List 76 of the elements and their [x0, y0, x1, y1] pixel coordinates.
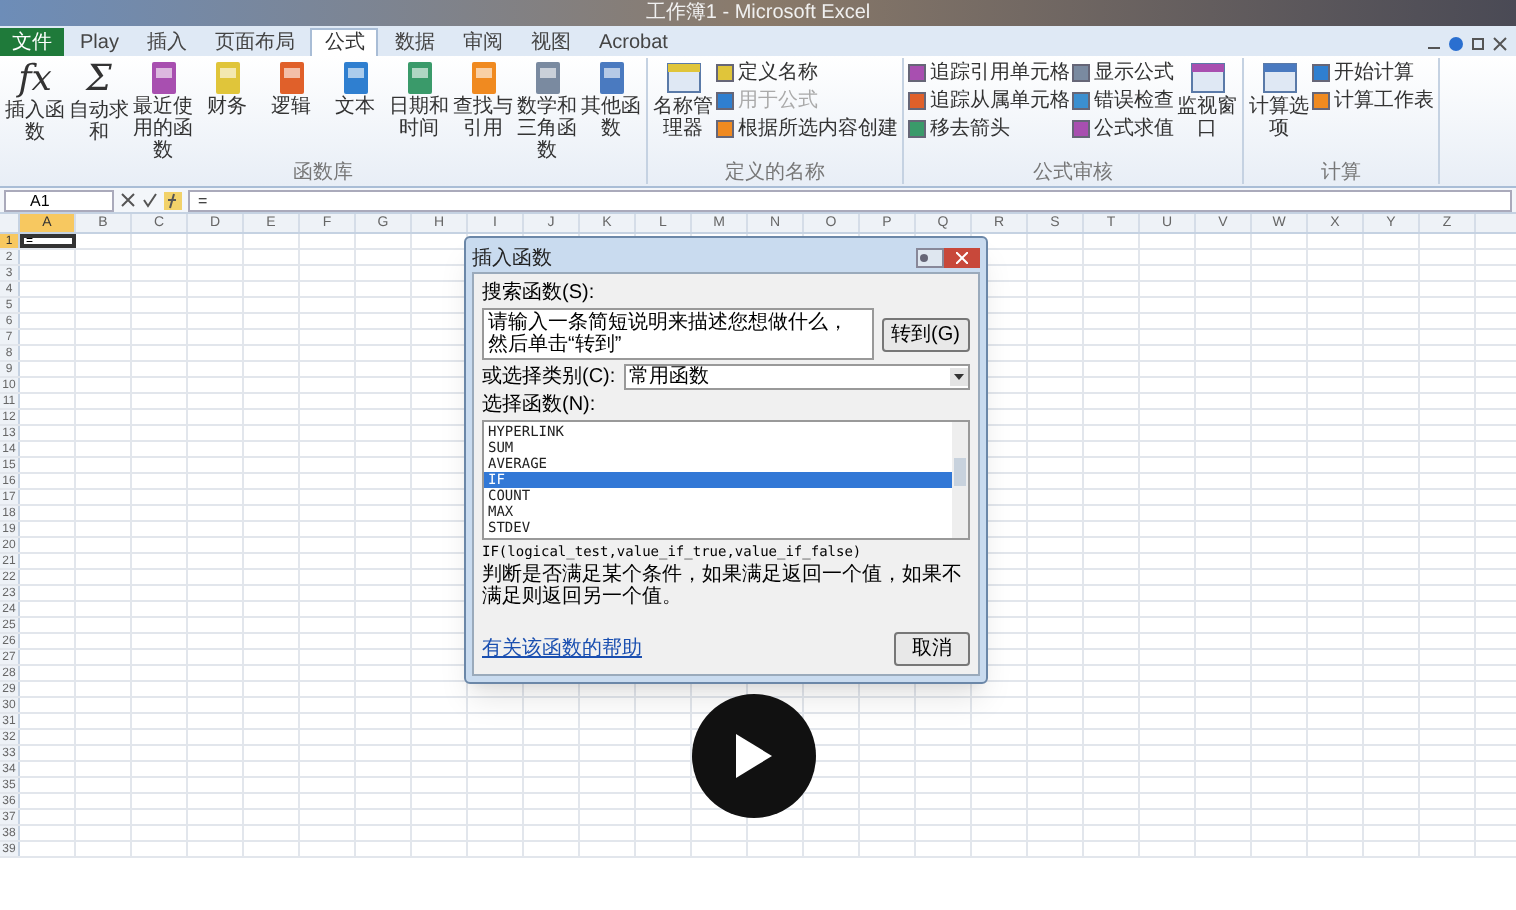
book-icon: [149, 60, 177, 96]
name-box[interactable]: A1: [4, 189, 114, 211]
check-icon[interactable]: [142, 192, 158, 208]
ribbon-tab[interactable]: 视图: [518, 28, 583, 56]
ribbon-small-button[interactable]: 显示公式: [1072, 62, 1174, 84]
ribbon-small-button[interactable]: 定义名称: [716, 62, 898, 84]
ribbon-button[interactable]: 财务: [196, 58, 258, 118]
category-dropdown[interactable]: 常用函数: [623, 364, 970, 390]
ribbon-button[interactable]: 数学和三角函数: [516, 58, 578, 162]
function-glyph-icon: fx: [18, 60, 52, 100]
ribbon-small-button[interactable]: 追踪从属单元格: [908, 90, 1070, 112]
ribbon-tab[interactable]: 公式: [310, 28, 379, 56]
question-icon: [918, 252, 930, 264]
restore-icon[interactable]: [1470, 36, 1486, 52]
book-icon: [533, 60, 561, 96]
field-label: 或选择类别(C):: [482, 366, 616, 388]
close-icon[interactable]: [1492, 36, 1508, 52]
field-label: 选择函数(N):: [482, 394, 598, 416]
ribbon-small-button[interactable]: 移去箭头: [908, 118, 1070, 140]
ribbon-button[interactable]: 其他函数: [580, 58, 642, 140]
group-label: 计算: [1319, 162, 1363, 184]
ribbon-small-button[interactable]: 计算工作表: [1312, 90, 1434, 112]
close-button[interactable]: [944, 248, 980, 268]
play-icon: [732, 730, 776, 782]
cancel-icon[interactable]: [120, 192, 136, 208]
dropdown-arrow-icon: [950, 368, 968, 386]
book-icon: [469, 60, 497, 96]
dialog-title: 插入函数: [472, 247, 552, 269]
group-label: 函数库: [291, 162, 355, 184]
ribbon-small-button[interactable]: 根据所选内容创建: [716, 118, 898, 140]
function-description: 判断是否满足某个条件，如果满足返回一个值，如果不满足则返回另一个值。: [482, 564, 964, 608]
book-icon: [277, 60, 305, 96]
group-label: 公式审核: [1031, 162, 1115, 184]
help-link[interactable]: 有关该函数的帮助: [482, 638, 642, 660]
function-glyph-icon: Σ: [86, 60, 112, 100]
window-icon: [665, 60, 701, 96]
field-label: 搜索函数(S):: [482, 282, 597, 304]
ribbon-tab[interactable]: 文件: [0, 28, 64, 56]
ribbon-button[interactable]: 文本: [324, 58, 386, 118]
ribbon-button[interactable]: 名称管理器: [652, 58, 714, 140]
book-icon: [597, 60, 625, 96]
ribbon-button[interactable]: fx 插入函数: [4, 58, 66, 144]
ribbon-small-button[interactable]: 开始计算: [1312, 62, 1434, 84]
ribbon-button[interactable]: Σ 自动求和: [68, 58, 130, 144]
ribbon-tab[interactable]: Play: [68, 28, 131, 56]
close-icon: [956, 252, 968, 264]
help-button[interactable]: [916, 248, 944, 268]
search-field[interactable]: 请输入一条简短说明来描述您想做什么，然后单击“转到”: [482, 308, 874, 360]
ribbon-tab[interactable]: 数据: [382, 28, 447, 56]
book-icon: [213, 60, 241, 96]
book-icon: [405, 60, 433, 96]
group-label: 定义的名称: [723, 162, 827, 184]
ribbon-tab[interactable]: 审阅: [450, 28, 515, 56]
ribbon-button[interactable]: 监视窗口: [1176, 58, 1238, 140]
book-icon: [341, 60, 369, 96]
cancel-button[interactable]: 取消: [894, 632, 970, 666]
formula-field[interactable]: =: [188, 189, 1512, 211]
ribbon-small-button[interactable]: 公式求值: [1072, 118, 1174, 140]
ribbon-button[interactable]: 最近使用的函数: [132, 58, 194, 162]
play-button[interactable]: [692, 694, 816, 818]
ribbon-small-button[interactable]: 错误检查: [1072, 90, 1174, 112]
ribbon-button[interactable]: 逻辑: [260, 58, 322, 118]
help-icon[interactable]: [1448, 36, 1464, 52]
ribbon-tab[interactable]: 插入: [134, 28, 199, 56]
ribbon-button[interactable]: 查找与引用: [452, 58, 514, 140]
ribbon-small-button[interactable]: 追踪引用单元格: [908, 62, 1070, 84]
ribbon-tab[interactable]: Acrobat: [586, 28, 680, 56]
window-title: 工作簿1 - Microsoft Excel: [645, 2, 871, 24]
ribbon-button[interactable]: 日期和时间: [388, 58, 450, 140]
window-icon: [1261, 60, 1297, 96]
ribbon-tab[interactable]: 页面布局: [202, 28, 307, 56]
scrollbar[interactable]: [952, 422, 968, 538]
go-button[interactable]: 转到(G): [881, 317, 970, 351]
insert-function-icon[interactable]: [164, 191, 182, 209]
window-icon: [1189, 60, 1225, 96]
ribbon-button[interactable]: 计算选项: [1248, 58, 1310, 140]
